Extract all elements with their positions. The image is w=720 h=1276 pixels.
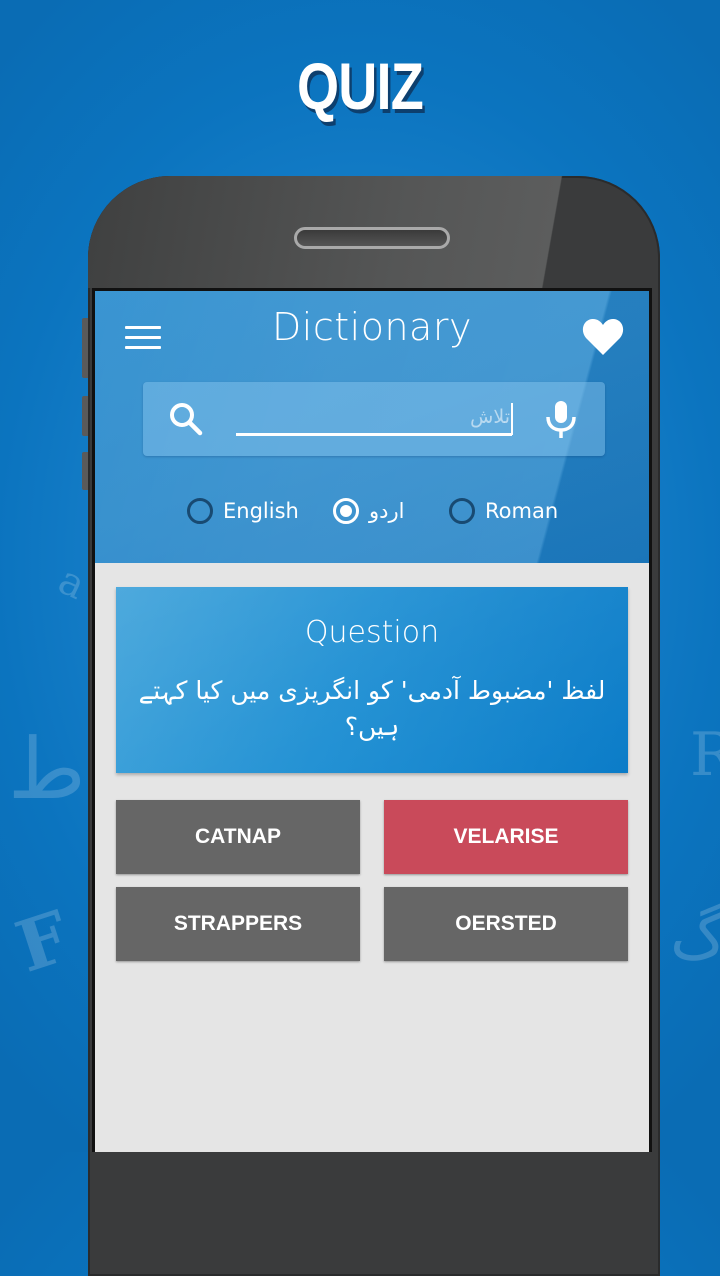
background-glyph: F bbox=[6, 894, 80, 989]
radio-circle-selected[interactable] bbox=[333, 498, 359, 524]
radio-label: English bbox=[223, 499, 299, 523]
phone-speaker bbox=[294, 227, 450, 249]
radio-label: Roman bbox=[485, 499, 559, 523]
text-cursor bbox=[511, 403, 513, 435]
radio-label: اردو bbox=[369, 499, 405, 523]
search-input[interactable] bbox=[236, 400, 512, 436]
radio-roman[interactable]: Roman bbox=[449, 491, 558, 531]
answer-button-wrong[interactable]: VELARISE bbox=[384, 800, 628, 874]
background-glyph: R bbox=[690, 720, 720, 790]
question-heading: Question bbox=[304, 615, 440, 650]
answer-button[interactable]: STRAPPERS bbox=[116, 887, 360, 961]
promo-title: QUIZ bbox=[297, 49, 424, 123]
phone-screen: Dictionary تلاش English اردو Roman Quest… bbox=[92, 288, 652, 1152]
app-header: Dictionary تلاش English اردو Roman bbox=[95, 291, 649, 563]
radio-english[interactable]: English bbox=[187, 491, 299, 531]
answer-button[interactable]: OERSTED bbox=[384, 887, 628, 961]
radio-circle[interactable] bbox=[449, 498, 475, 524]
microphone-icon[interactable] bbox=[541, 399, 581, 441]
quiz-content: Question لفظ 'مضبوط آدمی' کو انگریزی میں… bbox=[95, 563, 649, 1152]
question-text: لفظ 'مضبوط آدمی' کو انگریزی میں کیا کہتے… bbox=[138, 676, 606, 741]
background-glyph: ط bbox=[8, 720, 86, 818]
search-icon[interactable] bbox=[167, 400, 205, 438]
search-box bbox=[143, 382, 605, 456]
question-card: Question لفظ 'مضبوط آدمی' کو انگریزی میں… bbox=[116, 587, 628, 773]
answer-button[interactable]: CATNAP bbox=[116, 800, 360, 874]
background-glyph: گ bbox=[670, 900, 720, 974]
app-title: Dictionary bbox=[272, 305, 472, 349]
radio-urdu[interactable]: اردو bbox=[333, 491, 404, 531]
heart-icon[interactable] bbox=[581, 317, 625, 357]
radio-circle[interactable] bbox=[187, 498, 213, 524]
background-glyph: a bbox=[51, 557, 93, 609]
language-selector: English اردو Roman bbox=[95, 491, 649, 531]
